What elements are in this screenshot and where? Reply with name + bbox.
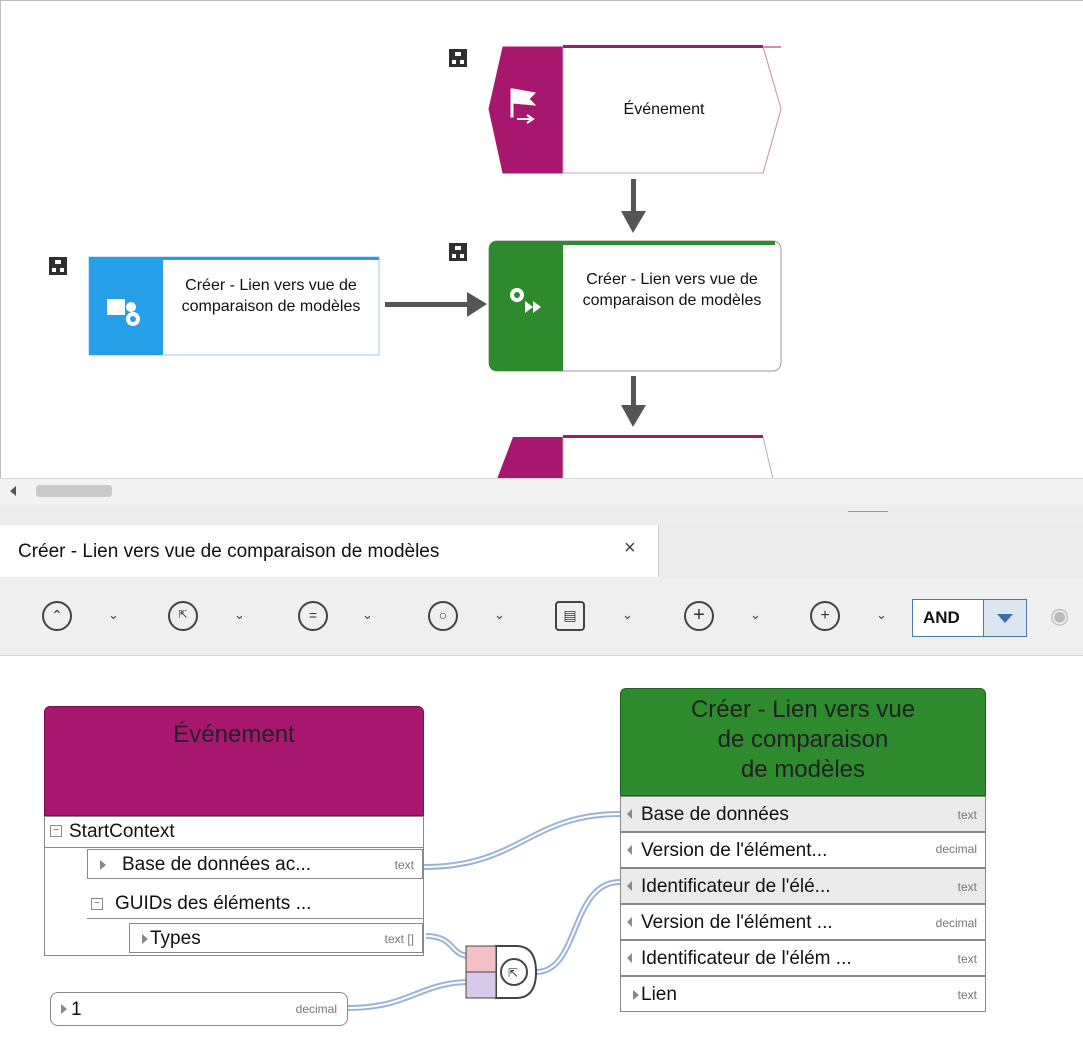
svg-text:⇱: ⇱ [508,966,518,980]
document-icon[interactable]: ▤ [555,601,585,631]
chevron-down-icon[interactable]: ⌄ [494,607,505,623]
chevron-down-icon[interactable]: ⌄ [362,607,373,623]
input-arrow-icon [627,881,632,891]
tab-mapping[interactable]: Créer - Lien vers vue de comparaison de … [0,525,659,577]
input-label: Base de données [641,804,789,825]
operator-value: AND [923,608,960,627]
close-icon[interactable]: × [624,537,636,560]
hierarchy-icon[interactable] [449,49,467,67]
event-top-label: Événement [623,101,705,118]
expand-arrow-icon[interactable] [142,934,148,944]
chevron-down-icon[interactable]: ⌄ [876,607,887,623]
input-label: Version de l'élément ... [641,912,833,933]
chevron-down-icon[interactable]: ⌄ [108,607,119,623]
navigate-up-icon[interactable]: ⌃ [42,601,72,631]
type-label: text [394,858,414,872]
tree-row-label: StartContext [69,821,175,842]
event-node-header[interactable]: Événement [44,706,424,816]
add-circle-icon[interactable]: + [810,601,840,631]
interface-box-label: Créer - Lien vers vue de comparaison de … [181,277,361,315]
input-row[interactable]: Version de l'élément ... decimal [620,904,986,940]
tree-row-guids[interactable]: − GUIDs des éléments ... [87,889,423,919]
chevron-down-icon[interactable]: ⌄ [234,607,245,623]
tree-row-label: Base de données ac... [122,854,312,875]
input-row[interactable]: Identificateur de l'élé... text [620,868,986,904]
input-arrow-icon [627,917,632,927]
constant-value: 1 [71,999,82,1020]
arrow-right [385,292,487,317]
expand-arrow-icon[interactable] [633,990,639,1000]
hierarchy-icon[interactable] [49,257,67,275]
function-node-body: Base de données text Version de l'élémen… [620,796,986,1020]
output-label: Lien [641,984,677,1005]
function-node-title-line: de modèles [740,756,866,783]
tree-row-startcontext[interactable]: − StartContext [45,817,423,848]
operator-select[interactable]: AND [912,599,1027,637]
function-box-label: Créer - Lien vers vue de comparaison de … [582,271,762,309]
tab-bar: Créer - Lien vers vue de comparaison de … [0,525,1083,578]
process-diagram-canvas[interactable]: Événement Créer - Lien vers vue de compa… [0,0,1083,478]
horizontal-scrollbar[interactable] [0,478,1083,506]
expand-arrow-icon[interactable] [100,860,106,870]
type-label: text [] [384,932,414,946]
input-arrow-icon [627,809,632,819]
dropdown-arrow-icon[interactable] [983,600,1026,636]
input-arrow-icon [627,953,632,963]
splitter-grip[interactable] [848,511,888,512]
splitter[interactable] [0,505,1083,525]
collapse-icon[interactable]: − [50,825,62,837]
type-label: decimal [295,1002,337,1016]
select-pointer-icon[interactable]: ⇱ [168,601,198,631]
scroll-thumb[interactable] [36,485,112,497]
chevron-down-icon[interactable]: ⌄ [622,607,633,623]
input-row[interactable]: Version de l'élément... decimal [620,832,986,868]
equals-icon[interactable]: = [298,601,328,631]
tree-row-label: Types [150,928,201,949]
tree-row-types[interactable]: Types text [] [129,923,423,953]
expand-arrow-icon[interactable] [61,1004,67,1014]
tab-title: Créer - Lien vers vue de comparaison de … [18,541,440,562]
input-label: Identificateur de l'élé... [641,876,831,897]
chevron-down-icon[interactable]: ⌄ [750,607,761,623]
timer-icon[interactable]: ○ [428,601,458,631]
type-label: text [957,880,977,894]
type-label: decimal [935,916,977,930]
toolbar: ⌃ ⌄ ⇱ ⌄ = ⌄ ○ ⌄ ▤ ⌄ + ⌄ + ⌄ AND ◉ [0,577,1083,656]
arrow-down-2 [621,376,646,427]
crosshair-plus-icon[interactable]: + [684,601,714,631]
input-row[interactable]: Base de données text [620,796,986,832]
eye-icon[interactable]: ◉ [1050,603,1076,629]
diagram-svg [49,45,782,478]
constant-value-node[interactable]: 1 decimal [50,992,348,1026]
event-node-title: Événement [173,721,295,748]
event-shape-bottom[interactable] [497,435,774,478]
arrow-down-1 [621,179,646,233]
input-row[interactable]: Identificateur de l'élém ... text [620,940,986,976]
input-label: Identificateur de l'élém ... [641,948,852,969]
type-label: text [957,988,977,1002]
input-label: Version de l'élément... [641,840,828,861]
function-node-title-line: Créer - Lien vers vue [690,696,916,723]
collapse-icon[interactable]: − [91,898,103,910]
operator-node[interactable]: ⇱ [465,945,538,999]
hierarchy-icon[interactable] [449,243,467,261]
type-label: text [957,808,977,822]
tree-row-base-donnees[interactable]: Base de données ac... text [87,849,423,879]
tree-row-label: GUIDs des éléments ... [115,893,312,914]
function-node-title: Créer - Lien vers vue de comparaison de … [621,695,985,785]
function-node-title-line: de comparaison [717,726,889,753]
function-node-header[interactable]: Créer - Lien vers vue de comparaison de … [620,688,986,796]
type-label: text [957,952,977,966]
scroll-left-arrow-icon[interactable] [10,486,16,496]
event-node-body: − StartContext Base de données ac... tex… [44,816,424,956]
output-row[interactable]: Lien text [620,976,986,1012]
input-arrow-icon [627,845,632,855]
type-label: decimal [935,842,977,856]
